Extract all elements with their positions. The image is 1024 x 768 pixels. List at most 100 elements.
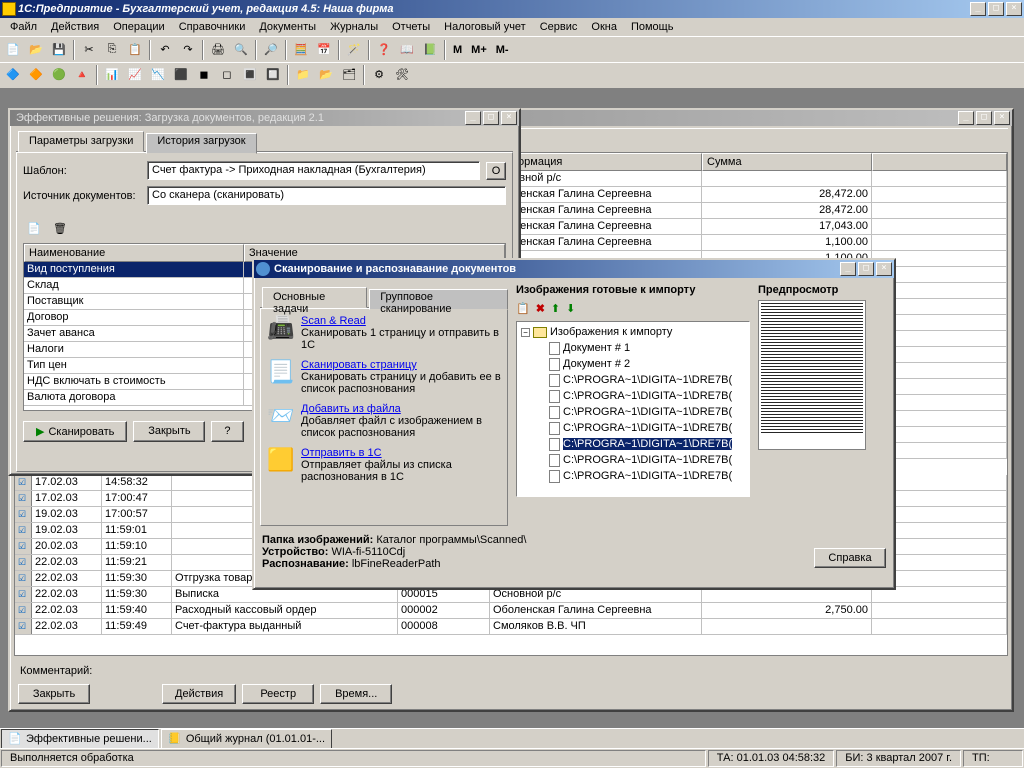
menu-operations[interactable]: Операции <box>107 19 170 35</box>
task-link[interactable]: Сканировать страницу <box>301 359 501 371</box>
task-link[interactable]: Отправить в 1С <box>301 447 501 459</box>
tb-m[interactable]: М <box>449 42 466 58</box>
ptb-a-icon[interactable]: 📄 <box>23 217 45 239</box>
tb2-a-icon[interactable]: 🔷 <box>2 64 24 86</box>
tb-mp[interactable]: М+ <box>467 42 491 58</box>
task-link[interactable]: Добавить из файла <box>301 403 501 415</box>
tb-book-icon[interactable]: 📖 <box>396 39 418 61</box>
menu-reports[interactable]: Отчеты <box>386 19 436 35</box>
tb2-e-icon[interactable]: 📊 <box>101 64 123 86</box>
scan-max-button[interactable]: □ <box>858 262 874 276</box>
tb-calc-icon[interactable]: 🧮 <box>290 39 312 61</box>
tree-item[interactable]: C:\PROGRA~1\DIGITA~1\DRE7B( <box>535 420 747 436</box>
tree-tb-up-icon[interactable]: ⬆ <box>551 302 560 315</box>
tb-new-icon[interactable]: 📄 <box>2 39 24 61</box>
load-tab-params[interactable]: Параметры загрузки <box>18 131 144 152</box>
jcol-info[interactable]: Информация <box>490 153 702 171</box>
table-row[interactable]: ☑22.02.0311:59:49Счет-фактура выданный00… <box>15 619 1007 635</box>
tb-undo-icon[interactable]: ↶ <box>154 39 176 61</box>
tb2-c-icon[interactable]: 🟢 <box>48 64 70 86</box>
tree-tb-down-icon[interactable]: ⬇ <box>566 302 575 315</box>
ptb-b-icon[interactable]: 🗑 <box>49 217 71 239</box>
tree-item[interactable]: C:\PROGRA~1\DIGITA~1\DRE7B( <box>535 436 747 452</box>
tb2-i-icon[interactable]: ◼ <box>193 64 215 86</box>
template-dropdown[interactable]: Счет фактура -> Приходная накладная (Бух… <box>147 161 480 180</box>
task-journal[interactable]: 📒Общий журнал (01.01.01-... <box>161 729 332 749</box>
tb-redo-icon[interactable]: ↷ <box>177 39 199 61</box>
menu-references[interactable]: Справочники <box>173 19 252 35</box>
journal-time-btn[interactable]: Время... <box>320 684 392 704</box>
tb2-n-icon[interactable]: 📂 <box>315 64 337 86</box>
tb-book2-icon[interactable]: 📗 <box>419 39 441 61</box>
tree-item[interactable]: C:\PROGRA~1\DIGITA~1\DRE7B( <box>535 452 747 468</box>
source-dropdown[interactable]: Со сканера (сканировать) <box>147 186 506 205</box>
journal-reestr-btn[interactable]: Реестр <box>242 684 314 704</box>
journal-close-btn[interactable]: Закрыть <box>18 684 90 704</box>
menu-service[interactable]: Сервис <box>534 19 584 35</box>
tb2-h-icon[interactable]: ⬛ <box>170 64 192 86</box>
menu-windows[interactable]: Окна <box>585 19 623 35</box>
journal-close-button[interactable]: × <box>994 111 1010 125</box>
tree-item[interactable]: C:\PROGRA~1\DIGITA~1\DRE7B( <box>535 372 747 388</box>
journal-actions-btn[interactable]: Действия <box>162 684 236 704</box>
load-help-btn[interactable]: ? <box>211 421 243 442</box>
tree-item[interactable]: C:\PROGRA~1\DIGITA~1\DRE7B( <box>535 404 747 420</box>
tb-preview-icon[interactable]: 🔍 <box>230 39 252 61</box>
tb-print-icon[interactable]: 🖨 <box>207 39 229 61</box>
tree-collapse-icon[interactable]: − <box>521 328 530 337</box>
menu-journals[interactable]: Журналы <box>324 19 384 35</box>
tree-item[interactable]: Документ # 2 <box>535 356 747 372</box>
table-row[interactable]: ☑22.02.0311:59:40Расходный кассовый орде… <box>15 603 1007 619</box>
tree-item[interactable]: C:\PROGRA~1\DIGITA~1\DRE7B( <box>535 468 747 484</box>
tb2-g-icon[interactable]: 📉 <box>147 64 169 86</box>
load-min-button[interactable]: _ <box>465 111 481 125</box>
tree-root[interactable]: Изображения к импорту <box>550 326 672 338</box>
journal-max-button[interactable]: □ <box>976 111 992 125</box>
tb2-k-icon[interactable]: 🔳 <box>239 64 261 86</box>
tb2-p-icon[interactable]: ⚙ <box>368 64 390 86</box>
task-load[interactable]: 📄Эффективные решени... <box>1 729 159 749</box>
journal-min-button[interactable]: _ <box>958 111 974 125</box>
tree-tb-delete-icon[interactable]: ✖ <box>536 302 545 315</box>
images-tree[interactable]: − Изображения к импорту Документ # 1Докум… <box>516 321 750 497</box>
tb-cut-icon[interactable]: ✂ <box>78 39 100 61</box>
scan-tab-group[interactable]: Групповое сканирование <box>369 289 508 310</box>
tb-wizard-icon[interactable]: 🪄 <box>343 39 365 61</box>
tb-copy-icon[interactable]: ⎘ <box>101 39 123 61</box>
menu-tax[interactable]: Налоговый учет <box>438 19 532 35</box>
tb2-o-icon[interactable]: 🗂 <box>338 64 360 86</box>
scan-min-button[interactable]: _ <box>840 262 856 276</box>
menu-actions[interactable]: Действия <box>45 19 105 35</box>
scan-close-button[interactable]: × <box>876 262 892 276</box>
load-close-button[interactable]: × <box>501 111 517 125</box>
tb-mm[interactable]: М- <box>492 42 513 58</box>
tree-item[interactable]: C:\PROGRA~1\DIGITA~1\DRE7B( <box>535 388 747 404</box>
tb2-l-icon[interactable]: 🔲 <box>262 64 284 86</box>
load-tab-history[interactable]: История загрузок <box>146 133 256 154</box>
menu-file[interactable]: Файл <box>4 19 43 35</box>
task-link[interactable]: Scan & Read <box>301 315 501 327</box>
tb2-d-icon[interactable]: 🔺 <box>71 64 93 86</box>
tb-find-icon[interactable]: 🔎 <box>260 39 282 61</box>
load-close-btn2[interactable]: Закрыть <box>133 421 205 442</box>
template-ellipsis-button[interactable]: O <box>486 162 506 180</box>
scan-button[interactable]: ▶Сканировать <box>23 421 127 442</box>
tb-save-icon[interactable]: 💾 <box>48 39 70 61</box>
tb2-j-icon[interactable]: ◻ <box>216 64 238 86</box>
tree-tb-view-icon[interactable]: 📋 <box>516 302 530 315</box>
pcol-name[interactable]: Наименование <box>24 244 244 262</box>
scan-help-button[interactable]: Справка <box>814 548 886 568</box>
tb2-f-icon[interactable]: 📈 <box>124 64 146 86</box>
tree-item[interactable]: Документ # 1 <box>535 340 747 356</box>
jcol-sum[interactable]: Сумма <box>702 153 872 171</box>
main-close-button[interactable]: × <box>1006 2 1022 16</box>
tb2-m-icon[interactable]: 📁 <box>292 64 314 86</box>
load-max-button[interactable]: □ <box>483 111 499 125</box>
tb2-b-icon[interactable]: 🔶 <box>25 64 47 86</box>
tb-calendar-icon[interactable]: 📅 <box>313 39 335 61</box>
tb2-q-icon[interactable]: 🛠 <box>391 64 413 86</box>
main-maximize-button[interactable]: □ <box>988 2 1004 16</box>
menu-help[interactable]: Помощь <box>625 19 680 35</box>
tb-help-icon[interactable]: ❓ <box>373 39 395 61</box>
tb-paste-icon[interactable]: 📋 <box>124 39 146 61</box>
